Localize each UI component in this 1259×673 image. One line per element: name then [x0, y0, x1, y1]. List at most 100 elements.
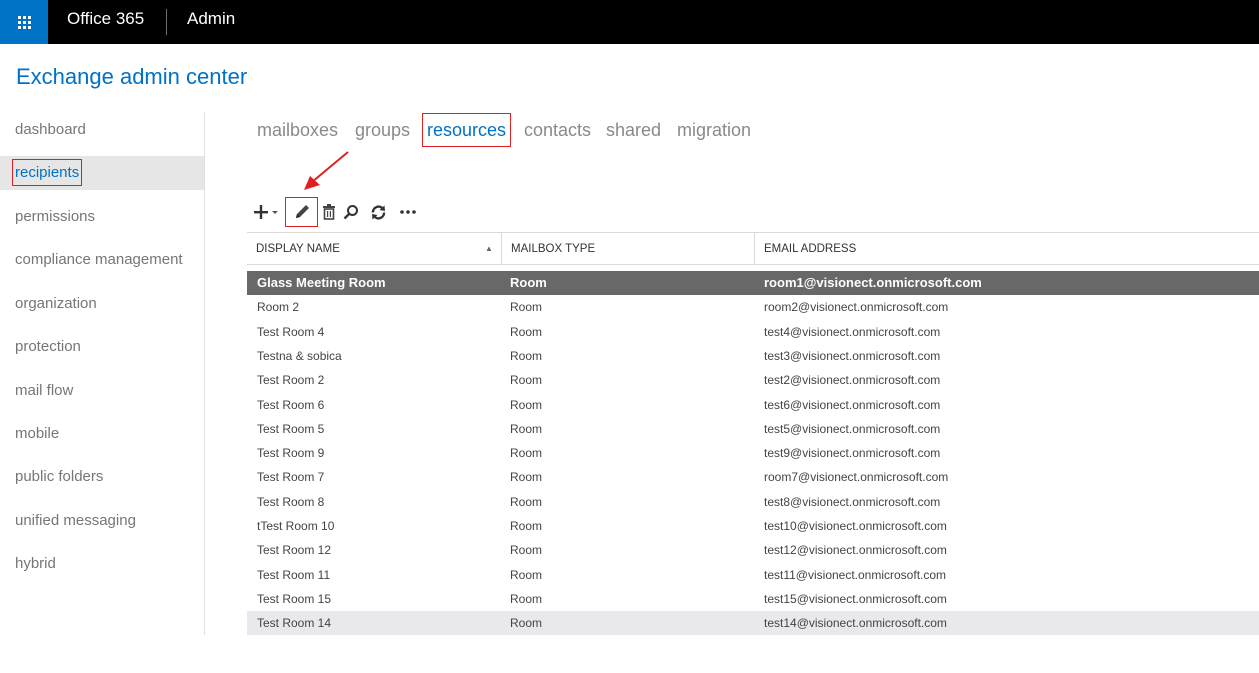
search-button[interactable] — [342, 197, 360, 227]
cell-email-address: test12@visionect.onmicrosoft.com — [764, 543, 947, 558]
tab-groups[interactable]: groups — [355, 113, 410, 147]
cell-email-address: test8@visionect.onmicrosoft.com — [764, 494, 941, 509]
cell-email-address: test6@visionect.onmicrosoft.com — [764, 397, 941, 412]
sidebar-item-hybrid[interactable]: hybrid — [0, 547, 204, 581]
cell-mailbox-type: Room — [510, 373, 543, 388]
table-row[interactable]: Room 2 Room room2@visionect.onmicrosoft.co… — [247, 295, 1259, 319]
cell-mailbox-type: Room — [510, 567, 543, 582]
cell-display-name: Test Room 7 — [257, 470, 325, 485]
table-row[interactable]: Test Room 2 Room test2@visionect.onmicroso… — [247, 368, 1259, 392]
cell-display-name: tTest Room 10 — [257, 519, 335, 533]
tab-shared[interactable]: shared — [606, 113, 661, 147]
table-row[interactable]: Test Room 8 Room test8@visionect.onmicroso… — [247, 490, 1259, 514]
delete-button[interactable] — [320, 197, 338, 227]
edit-icon — [295, 205, 309, 218]
table-row[interactable]: Test Room 15 Room test15@visionect.onmicro… — [247, 587, 1259, 611]
sidebar-divider — [204, 112, 205, 635]
cell-mailbox-type: Room — [510, 446, 543, 461]
sidebar-item-compliance-management[interactable]: compliance management — [0, 243, 204, 277]
sidebar-item-mail-flow[interactable]: mail flow — [0, 374, 204, 408]
office365-link[interactable]: Office 365 — [67, 9, 144, 29]
cell-email-address: room1@visionect.onmicrosoft.com — [764, 275, 982, 290]
cell-email-address: room2@visionect.onmicrosoft.com — [764, 300, 949, 315]
cell-mailbox-type: Room — [510, 397, 543, 412]
app-launcher-icon — [17, 15, 31, 29]
column-header-email-address[interactable]: EMAIL ADDRESS — [754, 233, 1259, 265]
add-icon — [254, 205, 278, 219]
cell-display-name: Test Room 14 — [257, 616, 332, 631]
column-header-mailbox-type[interactable]: MAILBOX TYPE — [501, 233, 754, 265]
cell-display-name: Test Room 4 — [257, 324, 325, 339]
page-title: Exchange admin center — [16, 64, 248, 89]
cell-mailbox-type: Room — [510, 348, 543, 363]
cell-mailbox-type: Room — [510, 470, 543, 485]
cell-display-name: Test Room 6 — [257, 397, 325, 412]
cell-display-name: Test Room 11 — [257, 567, 331, 582]
cell-display-name: Glass Meeting Room — [257, 275, 386, 290]
annotation-arrow-icon — [304, 151, 349, 190]
cell-mailbox-type: Room — [510, 324, 543, 339]
sidebar-item-permissions[interactable]: permissions — [0, 200, 204, 234]
table-row[interactable]: Test Room 7 Room room7@visionect.onmicroso… — [247, 465, 1259, 489]
edit-button[interactable] — [285, 197, 318, 227]
sidebar-item-unified-messaging[interactable]: unified messaging — [0, 504, 204, 538]
cell-display-name: Test Room 5 — [257, 421, 325, 436]
table-row[interactable]: Test Room 11 Room test11@visionect.onmicro… — [247, 563, 1259, 587]
sidebar-item-dashboard[interactable]: dashboard — [0, 113, 204, 147]
cell-mailbox-type: Room — [510, 275, 547, 290]
topbar-divider — [166, 9, 167, 35]
table-row[interactable]: Test Room 9 Room test9@visionect.onmicroso… — [247, 441, 1259, 465]
search-icon — [343, 205, 358, 220]
add-button[interactable] — [250, 197, 282, 227]
cell-mailbox-type: Room — [510, 494, 543, 509]
cell-mailbox-type: Room — [510, 543, 543, 558]
cell-email-address: room7@visionect.onmicrosoft.com — [764, 470, 949, 485]
cell-email-address: test14@visionect.onmicrosoft.com — [764, 616, 947, 631]
cell-mailbox-type: Room — [510, 421, 543, 436]
sidebar-item-recipients[interactable]: recipients — [0, 156, 204, 190]
cell-display-name: Test Room 12 — [257, 543, 332, 558]
refresh-icon — [371, 204, 385, 220]
admin-link[interactable]: Admin — [187, 9, 235, 29]
refresh-button[interactable] — [368, 197, 388, 227]
table-row[interactable]: Testna & sobica Room test3@visionect.onmic… — [247, 344, 1259, 368]
table-row[interactable]: Test Room 6 Room test6@visionect.onmicroso… — [247, 393, 1259, 417]
table-row[interactable]: Test Room 14 Room test14@visionect.onmicro… — [247, 611, 1259, 636]
cell-email-address: test5@visionect.onmicrosoft.com — [764, 421, 941, 436]
cell-mailbox-type: Room — [510, 591, 543, 606]
table-row[interactable]: Test Room 5 Room test5@visionect.onmicroso… — [247, 417, 1259, 441]
tab-mailboxes[interactable]: mailboxes — [257, 113, 338, 147]
cell-email-address: test4@visionect.onmicrosoft.com — [764, 324, 941, 339]
tab-migration[interactable]: migration — [677, 113, 751, 147]
sidebar-item-organization[interactable]: organization — [0, 287, 204, 321]
cell-email-address: test10@visionect.onmicrosoft.com — [764, 519, 947, 533]
cell-email-address: test2@visionect.onmicrosoft.com — [764, 373, 941, 388]
more-icon — [400, 210, 416, 214]
delete-icon — [323, 204, 335, 220]
cell-mailbox-type: Room — [510, 300, 543, 315]
cell-email-address: test9@visionect.onmicrosoft.com — [764, 446, 941, 461]
cell-email-address: test11@visionect.onmicrosoft.com — [764, 567, 947, 582]
cell-display-name: Room 2 — [257, 300, 300, 315]
table-row[interactable]: Test Room 12 Room test12@visionect.onmicro… — [247, 538, 1259, 562]
app-launcher-button[interactable] — [0, 0, 48, 44]
column-header-display-name[interactable]: DISPLAY NAME — [247, 233, 501, 265]
sidebar-item-protection[interactable]: protection — [0, 330, 204, 364]
sidebar-item-public-folders[interactable]: public folders — [0, 460, 204, 494]
sidebar-item-mobile[interactable]: mobile — [0, 417, 204, 451]
tab-resources[interactable]: resources — [422, 113, 512, 147]
resources-table: DISPLAY NAME ▲ MAILBOX TYPE EMAIL ADDRES… — [247, 232, 1259, 636]
table-row[interactable]: Glass Meeting Room Room room1@visionect.on… — [247, 271, 1259, 295]
more-button[interactable] — [397, 197, 419, 227]
table-row[interactable]: Test Room 4 Room test4@visionect.onmicroso… — [247, 320, 1259, 344]
cell-display-name: Test Room 15 — [257, 591, 332, 606]
tab-contacts[interactable]: contacts — [524, 113, 591, 147]
cell-mailbox-type: Room — [510, 519, 543, 533]
cell-display-name: Test Room 9 — [257, 446, 325, 461]
sort-ascending-icon: ▲ — [485, 244, 493, 253]
cell-display-name: Test Room 2 — [257, 373, 325, 388]
top-bar: Office 365 Admin — [0, 0, 1259, 44]
table-row[interactable]: tTest Room 10 Room test10@visionect.onmicr… — [247, 514, 1259, 538]
cell-email-address: test15@visionect.onmicrosoft.com — [764, 591, 947, 606]
table-header: DISPLAY NAME ▲ MAILBOX TYPE EMAIL ADDRES… — [247, 232, 1259, 265]
